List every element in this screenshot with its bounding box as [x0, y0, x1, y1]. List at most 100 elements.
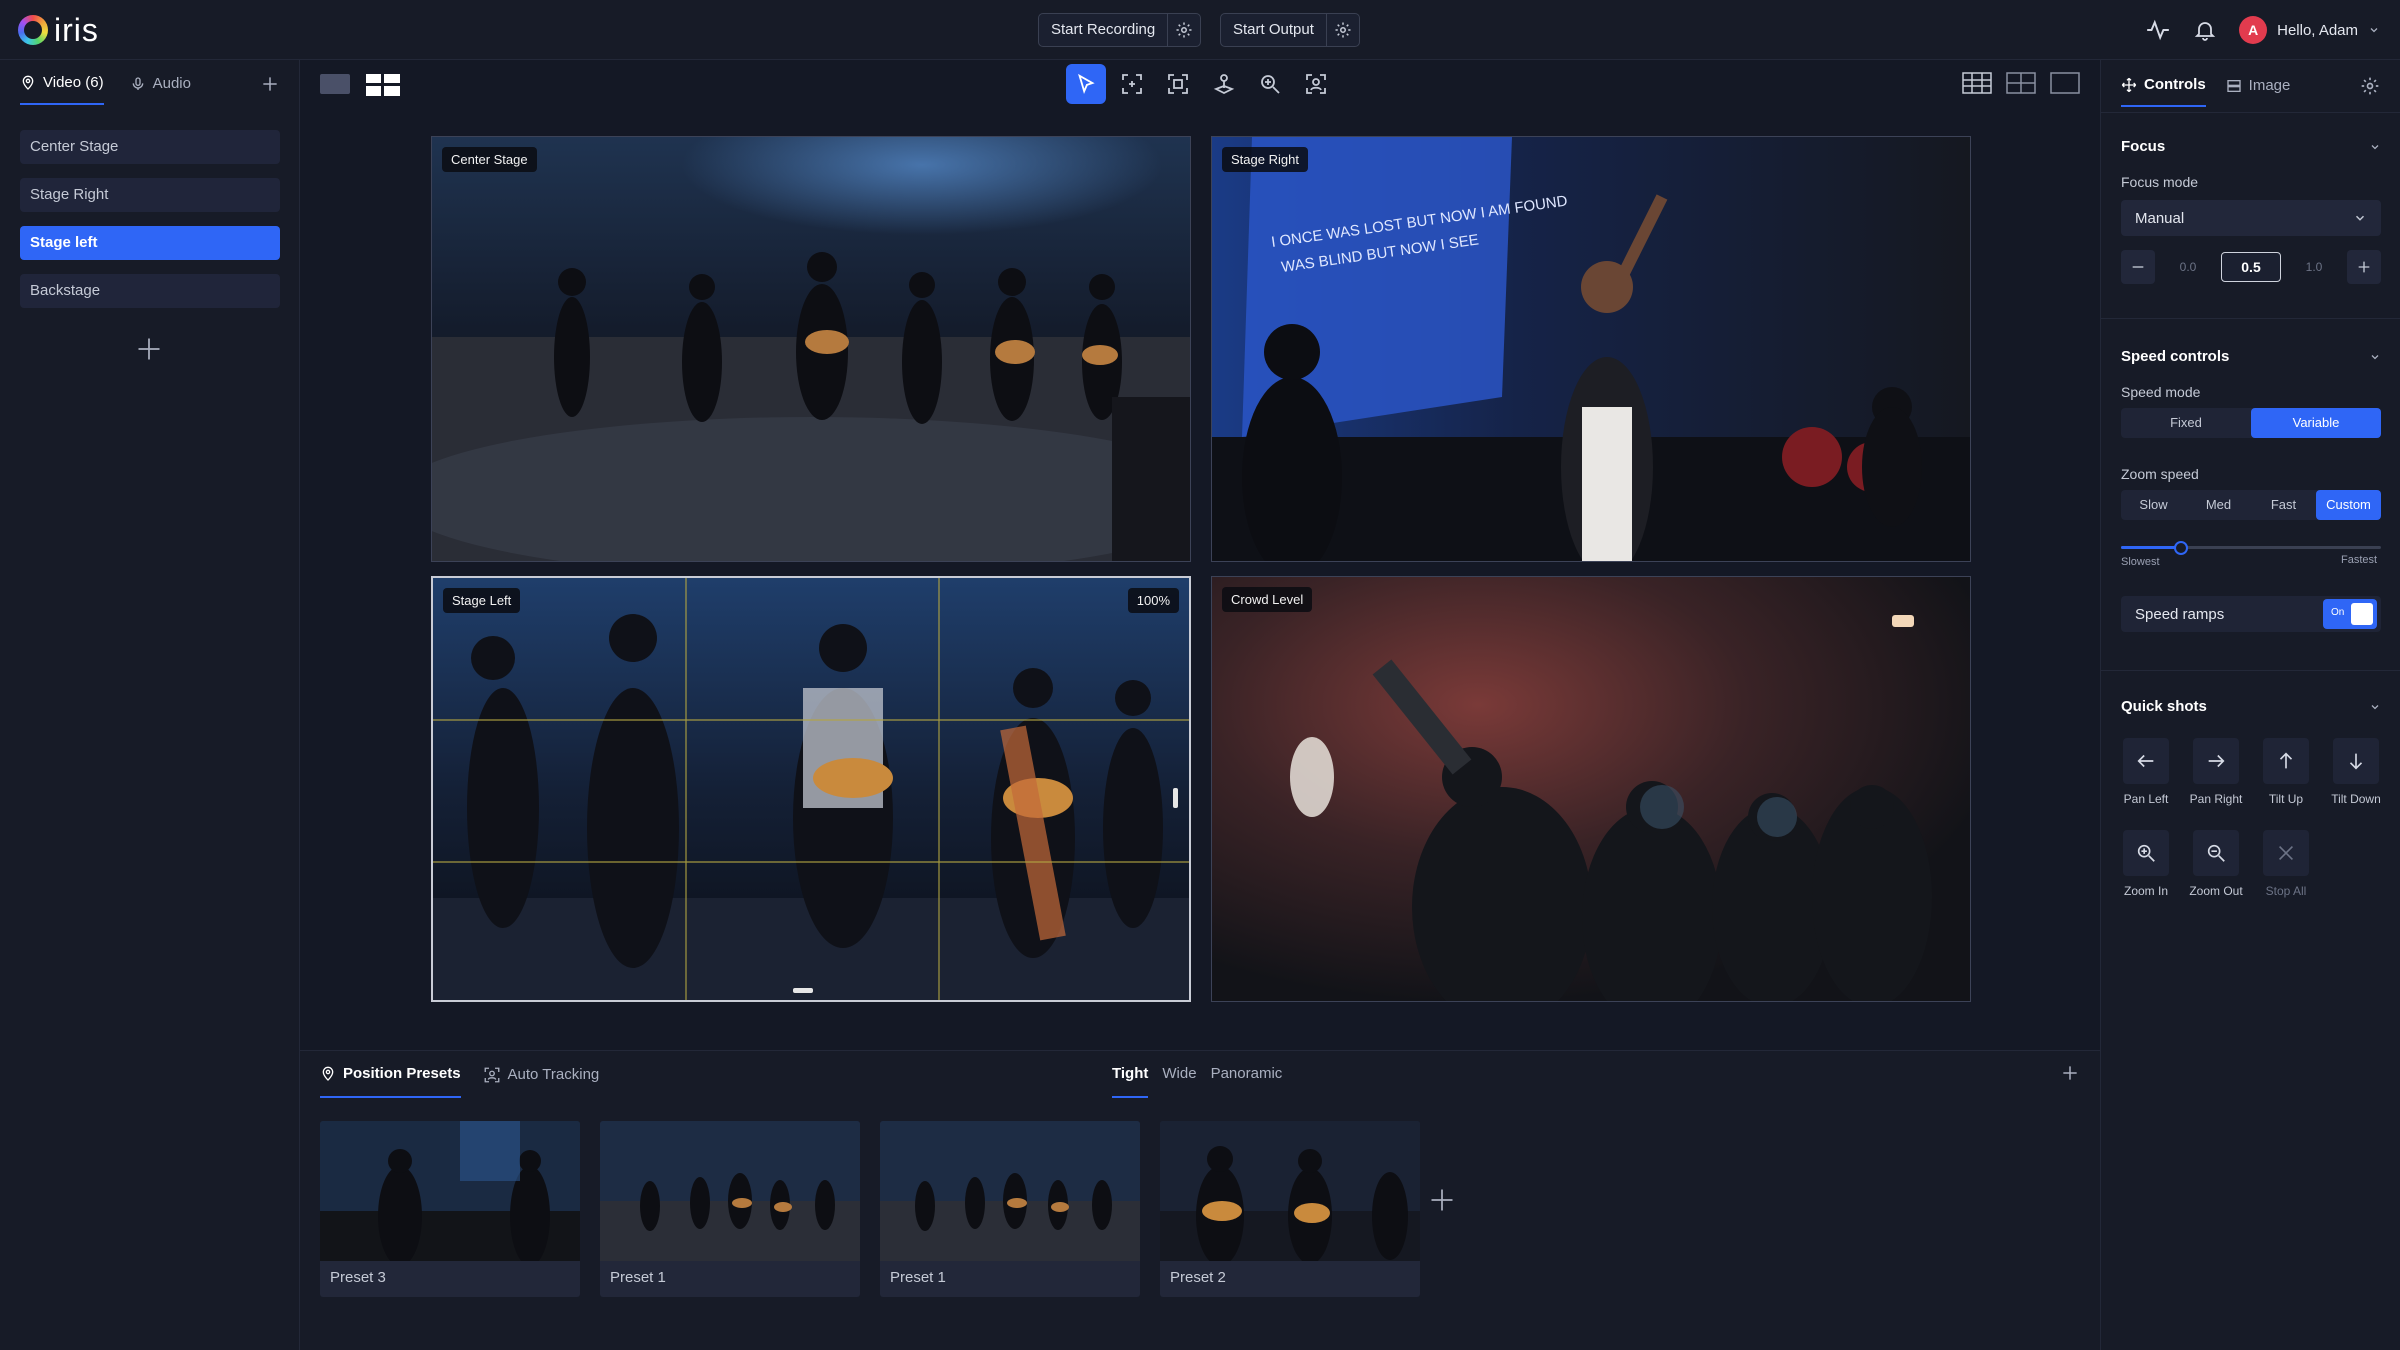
focus-mode-select[interactable]: Manual — [2121, 200, 2381, 236]
preset-card[interactable]: Preset 2 — [1160, 1121, 1420, 1297]
focus-max-value: 1.0 — [2305, 260, 2323, 274]
tab-auto-tracking-label: Auto Tracking — [507, 1066, 600, 1083]
frame-crop-icon[interactable] — [1158, 64, 1198, 104]
source-item-center-stage[interactable]: Center Stage — [20, 130, 280, 164]
auto-frame-icon[interactable] — [1296, 64, 1336, 104]
tab-controls[interactable]: Controls — [2121, 76, 2206, 107]
single-view-icon[interactable] — [320, 74, 350, 94]
band-stage-image — [432, 137, 1190, 561]
source-tabs: Video (6) Audio — [20, 74, 191, 105]
grid-view-icon[interactable] — [366, 74, 400, 96]
recording-settings-gear-icon[interactable] — [1168, 14, 1200, 46]
quick-shot-stop-all[interactable]: Stop All — [2258, 830, 2314, 898]
camera-feed-crowd-level[interactable]: Crowd Level — [1211, 576, 1971, 1002]
arrow-up-icon — [2263, 738, 2309, 784]
grid-3x3-icon[interactable] — [1962, 72, 1992, 94]
tab-position-presets[interactable]: Position Presets — [320, 1065, 461, 1098]
quick-shots-section-header[interactable]: Quick shots — [2121, 698, 2381, 715]
zoom-tool-icon[interactable] — [1250, 64, 1290, 104]
arrow-left-icon — [2123, 738, 2169, 784]
select-pointer-icon[interactable] — [1066, 64, 1106, 104]
speed-ramps-toggle[interactable]: On — [2323, 599, 2377, 629]
add-preset-card-plus-icon[interactable] — [1428, 1186, 1456, 1214]
preset-list: Preset 3 Preset 1 Preset 1 Preset 2 — [320, 1121, 1420, 1297]
program-area: Center Stage I ONCE WAS LOST BUT NOW I A… — [300, 60, 2100, 1050]
quick-shot-label: Stop All — [2265, 884, 2307, 898]
preset-card[interactable]: Preset 3 — [320, 1121, 580, 1297]
add-source-plus-icon[interactable] — [260, 74, 280, 94]
chevron-down-icon — [2371, 144, 2379, 149]
start-recording-button[interactable]: Start Recording — [1039, 14, 1169, 46]
camera-feed-stage-left[interactable]: Stage Left 100% — [431, 576, 1191, 1002]
output-settings-gear-icon[interactable] — [1327, 14, 1359, 46]
tab-auto-tracking[interactable]: Auto Tracking — [483, 1065, 600, 1098]
quick-shot-tilt-down[interactable]: Tilt Down — [2328, 738, 2384, 806]
source-item-stage-right[interactable]: Stage Right — [20, 178, 280, 212]
focus-stepper: 0.0 0.5 1.0 — [2121, 250, 2381, 284]
speed-mode-label: Speed mode — [2121, 384, 2201, 400]
zoom-in-icon — [2123, 830, 2169, 876]
focus-decrement-minus-icon[interactable] — [2121, 250, 2155, 284]
slider-knob[interactable] — [2174, 541, 2188, 555]
source-item-stage-left[interactable]: Stage left — [20, 226, 280, 260]
grid-2x2-icon[interactable] — [2006, 72, 2036, 94]
tab-audio[interactable]: Audio — [130, 74, 191, 105]
no-grid-icon[interactable] — [2050, 72, 2080, 94]
iris-logo[interactable]: iris — [18, 12, 99, 48]
preset-tabs: Position Presets Auto Tracking — [320, 1065, 599, 1098]
image-settings-icon — [2227, 79, 2241, 92]
notifications-bell-icon[interactable] — [2193, 18, 2217, 42]
tab-audio-label: Audio — [152, 75, 191, 92]
focus-value-input[interactable]: 0.5 — [2221, 252, 2281, 282]
speed-mode-variable[interactable]: Variable — [2251, 408, 2381, 438]
user-menu[interactable]: A Hello, Adam — [2239, 16, 2380, 44]
framing-wide[interactable]: Wide — [1162, 1065, 1196, 1098]
framing-tabs: Tight Wide Panoramic — [1112, 1065, 1282, 1098]
joystick-icon[interactable] — [1204, 64, 1244, 104]
focus-mode-label: Focus mode — [2121, 174, 2199, 190]
framing-panoramic[interactable]: Panoramic — [1211, 1065, 1283, 1098]
toggle-state: On — [2331, 607, 2345, 618]
quick-shot-pan-right[interactable]: Pan Right — [2188, 738, 2244, 806]
focus-section-header[interactable]: Focus — [2121, 138, 2381, 155]
user-greeting: Hello, Adam — [2277, 21, 2358, 39]
feed-label: Stage Left — [443, 588, 521, 613]
camera-feed-center-stage[interactable]: Center Stage — [431, 136, 1191, 562]
feed-label: Crowd Level — [1222, 587, 1313, 612]
speed-section-header[interactable]: Speed controls — [2121, 348, 2381, 365]
location-pin-icon — [22, 75, 34, 90]
preset-thumbnail — [880, 1121, 1140, 1261]
add-source-list-plus-icon[interactable] — [135, 335, 163, 363]
add-preset-plus-icon[interactable] — [2060, 1063, 2080, 1083]
panel-settings-gear-icon[interactable] — [2360, 76, 2380, 96]
preset-name: Preset 2 — [1170, 1269, 1226, 1286]
preset-name: Preset 1 — [890, 1269, 946, 1286]
start-output-button[interactable]: Start Output — [1221, 14, 1327, 46]
framing-tight[interactable]: Tight — [1112, 1065, 1149, 1098]
feed-label: Stage Right — [1222, 147, 1308, 172]
quick-shot-zoom-out[interactable]: Zoom Out — [2188, 830, 2244, 898]
zoom-speed-med[interactable]: Med — [2186, 490, 2251, 520]
speed-mode-fixed[interactable]: Fixed — [2121, 408, 2251, 438]
focus-point-icon[interactable] — [1112, 64, 1152, 104]
preset-card[interactable]: Preset 1 — [600, 1121, 860, 1297]
quick-shot-tilt-up[interactable]: Tilt Up — [2258, 738, 2314, 806]
focus-min-value: 0.0 — [2179, 260, 2197, 274]
tab-video[interactable]: Video (6) — [20, 74, 104, 105]
tab-image[interactable]: Image — [2226, 76, 2290, 107]
zoom-speed-custom[interactable]: Custom — [2316, 490, 2381, 520]
zoom-speed-slider[interactable] — [2121, 541, 2381, 555]
preset-thumbnail — [1160, 1121, 1420, 1261]
activity-icon[interactable] — [2145, 17, 2171, 43]
quick-shot-zoom-in[interactable]: Zoom In — [2118, 830, 2174, 898]
preset-card[interactable]: Preset 1 — [880, 1121, 1140, 1297]
close-icon — [2263, 830, 2309, 876]
slider-fill — [2121, 546, 2181, 549]
source-item-backstage[interactable]: Backstage — [20, 274, 280, 308]
zoom-speed-slow[interactable]: Slow — [2121, 490, 2186, 520]
divider — [2101, 112, 2400, 113]
camera-feed-stage-right[interactable]: I ONCE WAS LOST BUT NOW I AM FOUND WAS B… — [1211, 136, 1971, 562]
quick-shot-pan-left[interactable]: Pan Left — [2118, 738, 2174, 806]
zoom-speed-fast[interactable]: Fast — [2251, 490, 2316, 520]
focus-increment-plus-icon[interactable] — [2347, 250, 2381, 284]
